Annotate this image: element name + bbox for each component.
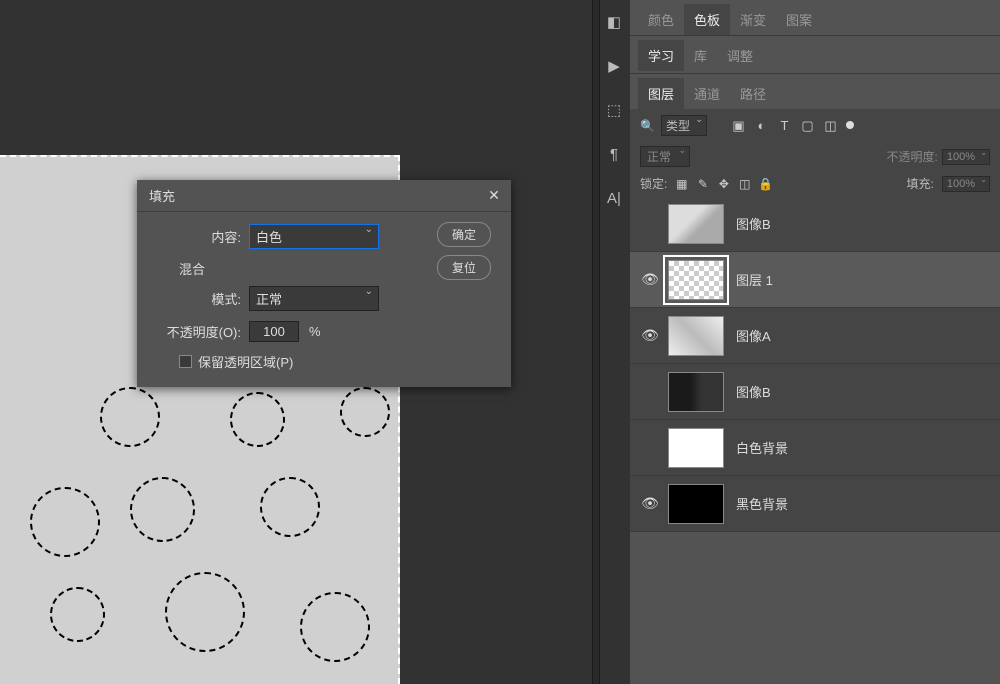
layer-thumbnail[interactable] <box>668 428 724 468</box>
collapsed-panel-strip: ◧ ▶ ⬚ ¶ A| <box>600 14 628 234</box>
preserve-checkbox[interactable] <box>179 355 192 368</box>
layer-thumbnail[interactable] <box>668 484 724 524</box>
layer-name[interactable]: 图像B <box>736 214 771 233</box>
layer-row[interactable]: 👁 黑色背景 <box>630 476 1000 532</box>
content-select[interactable]: 白色 <box>249 224 379 249</box>
search-icon[interactable]: 🔍 <box>640 119 655 133</box>
close-icon[interactable]: ✕ <box>485 187 503 205</box>
fill-value[interactable]: 100% <box>942 176 990 192</box>
blend-opacity-row: 正常 不透明度: 100% <box>630 142 1000 171</box>
layer-thumbnail[interactable] <box>668 260 724 300</box>
layer-name[interactable]: 黑色背景 <box>736 494 788 513</box>
tab-adjustments[interactable]: 调整 <box>717 40 763 71</box>
filter-toggle-icon[interactable] <box>846 121 854 129</box>
visibility-icon[interactable]: 👁 <box>638 271 662 288</box>
layers-tabs: 图层 通道 路径 <box>630 73 1000 109</box>
selection-shape <box>300 592 370 662</box>
opacity-label: 不透明度: <box>887 148 938 165</box>
layer-row[interactable]: 👁 图像A <box>630 308 1000 364</box>
tab-pattern[interactable]: 图案 <box>776 4 822 35</box>
layer-name[interactable]: 白色背景 <box>736 438 788 457</box>
selection-shape <box>260 477 320 537</box>
tab-paths[interactable]: 路径 <box>730 78 776 109</box>
lock-label: 锁定: <box>640 175 667 192</box>
layers-list: 图像B 👁 图层 1 👁 图像A 图像B 白色背景 👁 黑色背景 <box>630 196 1000 532</box>
layer-row[interactable]: 图像B <box>630 364 1000 420</box>
opacity-input[interactable] <box>249 321 299 342</box>
selection-shape <box>30 487 100 557</box>
blend-mode-select[interactable]: 正常 <box>640 146 690 167</box>
selection-shape <box>130 477 195 542</box>
tab-color[interactable]: 颜色 <box>638 4 684 35</box>
layer-filter-bar: 🔍 类型 ▣ ◐ T ▢ ◫ <box>630 109 1000 142</box>
layer-thumbnail[interactable] <box>668 316 724 356</box>
tab-swatches[interactable]: 色板 <box>684 4 730 35</box>
reset-button[interactable]: 复位 <box>437 255 491 280</box>
dialog-titlebar[interactable]: 填充 ✕ <box>137 180 511 211</box>
tab-channels[interactable]: 通道 <box>684 78 730 109</box>
cube-icon[interactable]: ⬚ <box>606 102 622 118</box>
layer-thumbnail[interactable] <box>668 372 724 412</box>
paragraph-icon[interactable]: ¶ <box>606 146 622 162</box>
fill-label: 填充: <box>907 175 934 192</box>
fill-dialog: 填充 ✕ 内容: 白色 混合 模式: 正常 不透明度(O): % 保留透明区域(… <box>137 180 511 387</box>
lock-all-icon[interactable]: 🔒 <box>759 177 772 190</box>
mode-label: 模式: <box>149 289 241 308</box>
panel-divider[interactable] <box>592 0 600 684</box>
opacity-label: 不透明度(O): <box>149 322 241 341</box>
swatches-icon[interactable]: ◧ <box>606 14 622 30</box>
layer-name[interactable]: 图层 1 <box>736 270 773 289</box>
opacity-value[interactable]: 100% <box>942 149 990 165</box>
selection-shape <box>340 387 390 437</box>
right-panels: 颜色 色板 渐变 图案 学习 库 调整 图层 通道 路径 🔍 类型 ▣ ◐ T … <box>630 0 1000 684</box>
learn-tabs: 学习 库 调整 <box>630 35 1000 71</box>
layer-name[interactable]: 图像B <box>736 382 771 401</box>
selection-shape <box>50 587 105 642</box>
lock-brush-icon[interactable]: ✎ <box>696 177 709 190</box>
selection-shape <box>165 572 245 652</box>
tab-gradient[interactable]: 渐变 <box>730 4 776 35</box>
lock-transparent-icon[interactable]: ▦ <box>675 177 688 190</box>
mode-select[interactable]: 正常 <box>249 286 379 311</box>
color-tabs: 颜色 色板 渐变 图案 <box>630 0 1000 35</box>
ok-button[interactable]: 确定 <box>437 222 491 247</box>
visibility-icon[interactable]: 👁 <box>638 327 662 344</box>
filter-smart-icon[interactable]: ◫ <box>823 118 838 133</box>
layer-type-select[interactable]: 类型 <box>661 115 707 136</box>
character-icon[interactable]: A| <box>606 190 622 206</box>
selection-shape <box>100 387 160 447</box>
selection-shape <box>230 392 285 447</box>
tab-libraries[interactable]: 库 <box>684 40 717 71</box>
preserve-label: 保留透明区域(P) <box>198 352 293 371</box>
dialog-title: 填充 <box>149 186 175 205</box>
tab-learn[interactable]: 学习 <box>638 40 684 71</box>
tab-layers[interactable]: 图层 <box>638 78 684 109</box>
layer-row[interactable]: 白色背景 <box>630 420 1000 476</box>
layer-row[interactable]: 👁 图层 1 <box>630 252 1000 308</box>
visibility-icon[interactable]: 👁 <box>638 495 662 512</box>
play-icon[interactable]: ▶ <box>606 58 622 74</box>
layer-row[interactable]: 图像B <box>630 196 1000 252</box>
lock-row: 锁定: ▦ ✎ ✥ ◫ 🔒 填充: 100% <box>630 171 1000 196</box>
filter-adjustment-icon[interactable]: ◐ <box>754 118 769 133</box>
filter-type-icon[interactable]: T <box>777 118 792 133</box>
layer-name[interactable]: 图像A <box>736 326 771 345</box>
content-label: 内容: <box>149 227 241 246</box>
filter-shape-icon[interactable]: ▢ <box>800 118 815 133</box>
blend-section-label: 混合 <box>179 259 437 278</box>
lock-artboard-icon[interactable]: ◫ <box>738 177 751 190</box>
opacity-unit: % <box>309 324 321 339</box>
layer-thumbnail[interactable] <box>668 204 724 244</box>
filter-pixel-icon[interactable]: ▣ <box>731 118 746 133</box>
lock-move-icon[interactable]: ✥ <box>717 177 730 190</box>
